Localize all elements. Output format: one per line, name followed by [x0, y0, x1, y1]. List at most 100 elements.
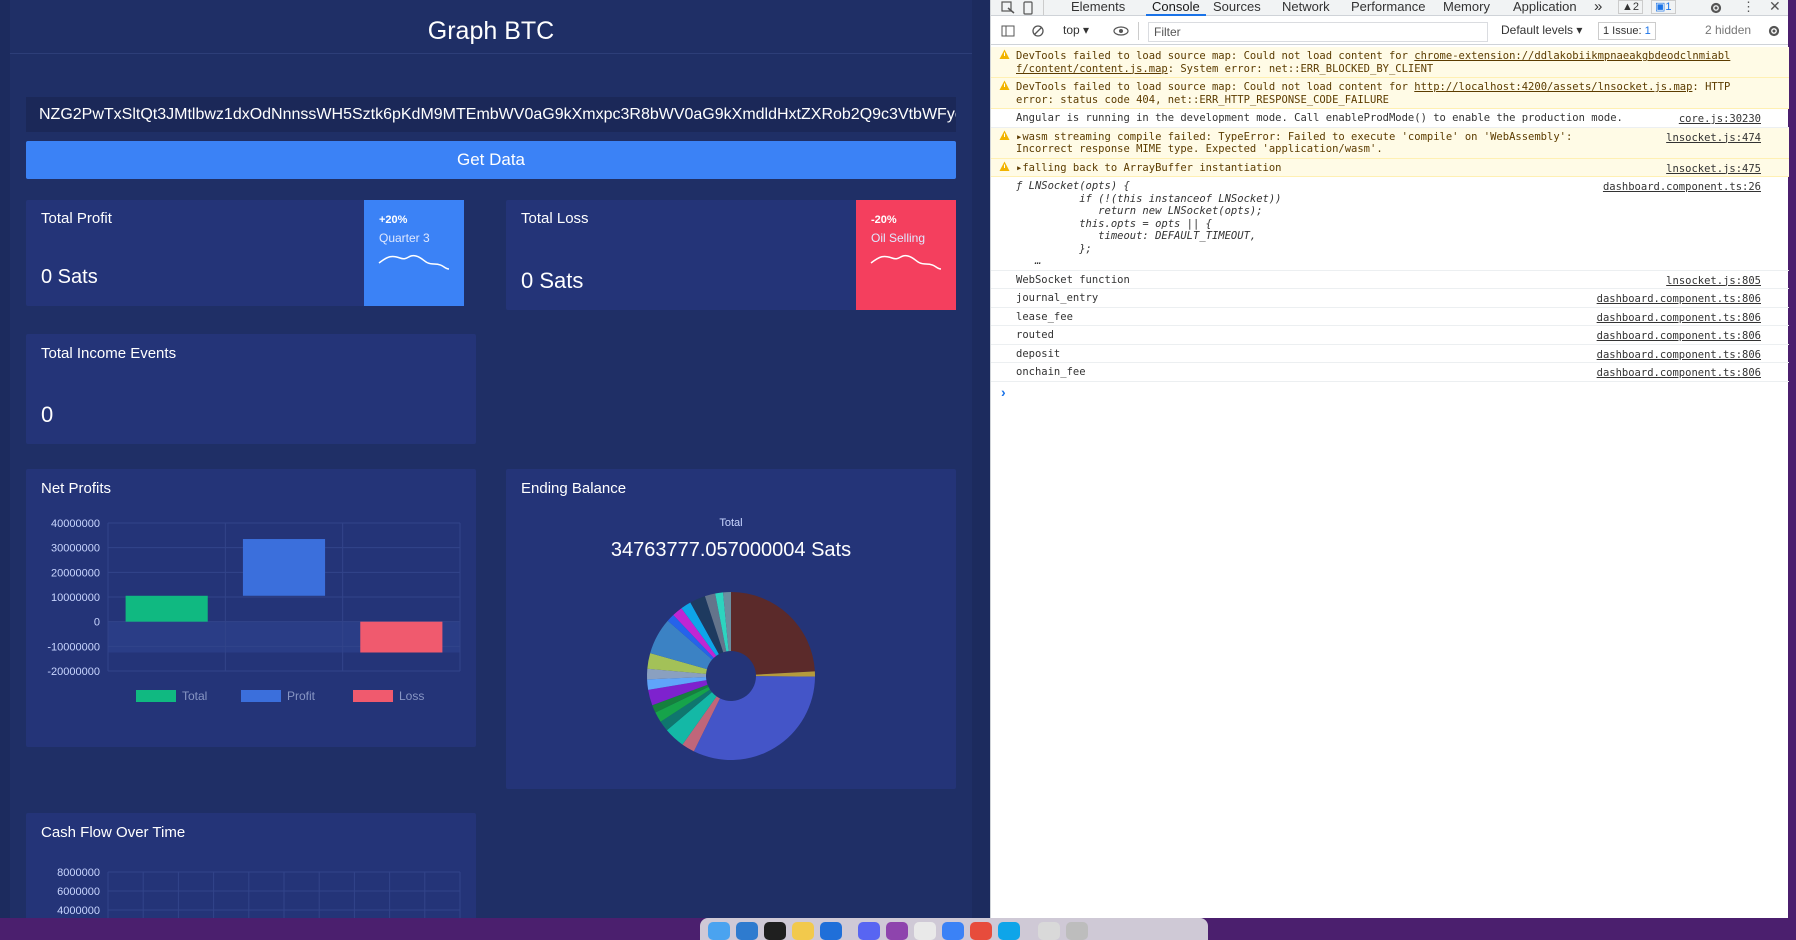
close-devtools-icon[interactable]: ✕ — [1769, 0, 1781, 15]
log-levels-dropdown[interactable]: Default levels ▾ — [1501, 23, 1582, 37]
profit-badge: +20% Quarter 3 — [364, 200, 464, 306]
console-message[interactable]: journal_entry dashboard.component.ts:806 — [991, 289, 1789, 308]
settings-gear-icon[interactable] — [1709, 1, 1723, 15]
trello-icon[interactable] — [820, 922, 842, 940]
warning-icon — [999, 130, 1010, 140]
console-message[interactable]: DevTools failed to load source map: Coul… — [991, 78, 1789, 109]
message-counter[interactable]: ▣1 — [1651, 0, 1676, 14]
console-settings-gear-icon[interactable] — [1767, 24, 1781, 38]
card-value: 0 Sats — [521, 268, 584, 293]
app-container: Graph BTC NZG2PwTxSltQt3JMtlbwz1dxOdNnns… — [10, 0, 972, 918]
card-title: Total Loss — [521, 210, 589, 227]
tab-network[interactable]: Network — [1282, 0, 1330, 14]
issues-button[interactable]: 1 Issue: 1 — [1598, 22, 1656, 40]
console-message[interactable]: routed dashboard.component.ts:806 — [991, 326, 1789, 345]
tab-console[interactable]: Console — [1146, 0, 1206, 16]
bar-loss[interactable] — [360, 621, 443, 653]
message-text: onchain_fee — [1016, 366, 1086, 379]
legend-swatch[interactable] — [353, 690, 393, 702]
source-location-link[interactable]: dashboard.component.ts:806 — [1597, 348, 1761, 362]
source-location-link[interactable]: lnsocket.js:474 — [1666, 131, 1761, 145]
console-message[interactable]: deposit dashboard.component.ts:806 — [991, 345, 1789, 363]
source-location-link[interactable]: dashboard.component.ts:806 — [1597, 311, 1761, 325]
sparkline-icon — [378, 254, 450, 270]
legend-swatch[interactable] — [241, 690, 281, 702]
legend-label[interactable]: Loss — [399, 689, 424, 703]
legend-swatch[interactable] — [136, 690, 176, 702]
console-message[interactable]: WebSocket function lnsocket.js:805 — [991, 271, 1789, 289]
chart-caption: Total — [719, 517, 743, 529]
pie-slice[interactable] — [731, 592, 815, 675]
net-profits-chart: 40000000 30000000 20000000 10000000 0 -100000… — [47, 518, 461, 703]
tab-performance[interactable]: Performance — [1351, 0, 1425, 14]
tab-sources[interactable]: Sources — [1213, 0, 1261, 14]
live-expression-eye-icon[interactable] — [1113, 24, 1129, 38]
inspect-icon[interactable] — [1001, 1, 1015, 15]
legend-label[interactable]: Total — [182, 689, 207, 703]
bar-profit[interactable] — [242, 539, 326, 596]
income-events-card: Total Income Events 0 — [26, 334, 476, 444]
chrome-icon[interactable] — [970, 922, 992, 940]
console-message[interactable]: ƒ LNSocket(opts) { if (!(this instanceof… — [991, 177, 1789, 271]
card-value: 0 — [41, 402, 54, 427]
finder-icon[interactable] — [708, 922, 730, 940]
warning-icon — [999, 49, 1010, 59]
card-title: Cash Flow Over Time — [41, 824, 186, 841]
clear-console-icon[interactable] — [1031, 24, 1045, 38]
discord-icon[interactable] — [858, 922, 880, 940]
source-location-link[interactable]: dashboard.component.ts:806 — [1597, 292, 1761, 306]
console-filter-input[interactable]: Filter — [1148, 22, 1488, 42]
token-input[interactable]: NZG2PwTxSltQt3JMtlbwz1dxOdNnnssWH5Sztk6p… — [26, 97, 956, 132]
console-message[interactable]: lease_fee dashboard.component.ts:806 — [991, 308, 1789, 326]
podcasts-icon[interactable] — [886, 922, 908, 940]
context-selector[interactable]: top ▾ — [1063, 23, 1089, 37]
badge-subtitle: Quarter 3 — [379, 231, 430, 245]
vscode-icon[interactable] — [736, 922, 758, 940]
message-body: ▸falling back to ArrayBuffer instantiati… — [1016, 161, 1282, 174]
message-body: ƒ LNSocket(opts) { if (!(this instanceof… — [1016, 180, 1282, 267]
device-toolbar-icon[interactable] — [1021, 1, 1035, 15]
message-count: 1 — [1665, 1, 1672, 13]
more-tabs-button[interactable]: » — [1594, 0, 1602, 14]
tab-elements[interactable]: Elements — [1071, 0, 1125, 14]
source-location-link[interactable]: dashboard.component.ts:806 — [1597, 329, 1761, 343]
console-toolbar: top ▾ Filter Default levels ▾ 1 Issue: 1… — [991, 22, 1788, 45]
source-map-link[interactable]: http://localhost:4200/assets/lnsocket.js… — [1414, 81, 1692, 93]
console-prompt[interactable]: › — [1001, 384, 1006, 400]
warning-counter[interactable]: ▲2 — [1618, 0, 1644, 14]
card-title: Total Income Events — [41, 345, 177, 362]
message-text: deposit — [1016, 348, 1060, 361]
tab-memory[interactable]: Memory — [1443, 0, 1490, 14]
source-location-link[interactable]: dashboard.component.ts:26 — [1603, 180, 1761, 194]
tab-application[interactable]: Application — [1513, 0, 1577, 14]
console-message[interactable]: DevTools failed to load source map: Coul… — [991, 47, 1789, 78]
get-data-button[interactable]: Get Data — [26, 141, 956, 179]
terminal-icon[interactable] — [764, 922, 786, 940]
source-location-link[interactable]: dashboard.component.ts:806 — [1597, 366, 1761, 380]
source-location-link[interactable]: lnsocket.js:475 — [1666, 162, 1761, 176]
bar-total[interactable] — [125, 595, 208, 622]
kebab-menu-icon[interactable]: ⋮ — [1742, 0, 1755, 15]
notes-icon[interactable] — [792, 922, 814, 940]
app-store-icon[interactable] — [942, 922, 964, 940]
cash-flow-card: Cash Flow Over Time 8000000 6000000 400000… — [26, 813, 476, 918]
pie-slice[interactable] — [693, 676, 815, 760]
source-location-link[interactable]: lnsocket.js:805 — [1666, 274, 1761, 288]
trash-icon[interactable] — [1066, 922, 1088, 940]
console-message[interactable]: Angular is running in the development mo… — [991, 109, 1789, 128]
loss-badge: -20% Oil Selling — [856, 200, 956, 310]
issues-count: 1 — [1644, 25, 1651, 37]
console-message[interactable]: ▸wasm streaming compile failed: TypeErro… — [991, 127, 1789, 159]
macos-dock — [700, 918, 1208, 940]
legend-label[interactable]: Profit — [287, 689, 316, 703]
message-text: lease_fee — [1016, 311, 1073, 324]
console-message[interactable]: ▸falling back to ArrayBuffer instantiati… — [991, 158, 1789, 177]
downloads-icon[interactable] — [1038, 922, 1060, 940]
sidebar-toggle-icon[interactable] — [1001, 24, 1015, 38]
source-location-link[interactable]: core.js:30230 — [1679, 112, 1761, 126]
weather-icon[interactable] — [998, 922, 1020, 940]
message-body: DevTools failed to load source map: Coul… — [1016, 50, 1415, 62]
textedit-icon[interactable] — [914, 922, 936, 940]
console-message[interactable]: onchain_fee dashboard.component.ts:806 — [991, 363, 1789, 382]
y-tick-label: 4000000 — [57, 905, 100, 917]
